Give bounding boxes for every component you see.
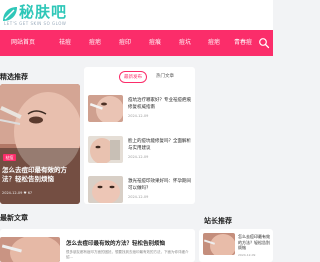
site-header: 秘肤吧 LET'S GET SKIN SO GLOW bbox=[0, 0, 273, 30]
nav-item-7[interactable]: 痘疤 bbox=[204, 30, 224, 56]
list-item-2-date: 2024-12-09 bbox=[128, 155, 149, 159]
logo-tagline: LET'S GET SKIN SO GLOW bbox=[4, 21, 67, 26]
featured-card[interactable] bbox=[0, 84, 80, 204]
nav-item-5[interactable]: 痘痕 bbox=[145, 30, 165, 56]
logo-text: 秘肤吧 bbox=[19, 3, 68, 21]
list-item-3-image[interactable] bbox=[88, 176, 123, 203]
sidebar-article-date: 2024-12-09 bbox=[238, 253, 256, 257]
face-photo-2 bbox=[88, 136, 123, 163]
face-photo-sidebar bbox=[203, 233, 235, 255]
list-item-3-date: 2024-12-09 bbox=[128, 195, 149, 199]
featured-section-title: 精选推荐 bbox=[0, 73, 28, 81]
latest-article-title[interactable]: 怎么去痘印最有效的方法？轻松告别烦恼 bbox=[66, 239, 165, 247]
page: 秘肤吧 LET'S GET SKIN SO GLOW 网站首页 祛痘 痘疤 痘印… bbox=[0, 0, 273, 262]
nav-item-6[interactable]: 痘坑 bbox=[175, 30, 195, 56]
latest-article-desc: 很多朋友都有痘印方面的困扰，想要找到去痘印最有效的方法，下面为你详细介绍… bbox=[66, 250, 189, 259]
search-icon[interactable] bbox=[258, 37, 270, 49]
tab-latest[interactable]: 最新发布 bbox=[119, 71, 147, 83]
nav-item-8[interactable]: 青春痘 bbox=[231, 30, 255, 56]
sidebar-section-title: 站长推荐 bbox=[204, 217, 232, 225]
latest-section-title: 最新文章 bbox=[0, 214, 28, 222]
list-item-1-date: 2024-12-09 bbox=[128, 114, 149, 118]
face-photo-latest bbox=[0, 237, 60, 262]
main-nav: 网站首页 祛痘 痘疤 痘印 痘痕 痘坑 痘疤 青春痘 bbox=[0, 30, 273, 56]
list-item-2-title[interactable]: 脸上的痘坑能修复吗？全面解析与实用建议 bbox=[128, 139, 193, 152]
featured-image bbox=[0, 84, 80, 204]
tab-popular[interactable]: 热门文章 bbox=[152, 71, 178, 83]
nav-item-home[interactable]: 网站首页 bbox=[8, 30, 38, 56]
list-item-2-image[interactable] bbox=[88, 136, 123, 163]
featured-title[interactable]: 怎么去痘印最有效的方法？轻松告别烦恼 bbox=[2, 166, 78, 184]
nav-item-2[interactable]: 祛痘 bbox=[55, 30, 75, 56]
site-logo[interactable]: 秘肤吧 LET'S GET SKIN SO GLOW bbox=[0, 3, 90, 29]
latest-article-image[interactable] bbox=[0, 237, 60, 262]
nav-item-3[interactable]: 痘疤 bbox=[85, 30, 105, 56]
featured-category-badge[interactable]: 祛痘 bbox=[3, 154, 16, 161]
list-item-1-image[interactable] bbox=[88, 95, 123, 122]
sidebar-article-title[interactable]: 怎么去痘印最有效的方法？轻松告别烦恼 bbox=[238, 234, 272, 251]
list-item-3-title[interactable]: 激光祛痘印效果好吗：怀孕期间可以做吗？ bbox=[128, 179, 193, 192]
face-photo-3 bbox=[88, 176, 123, 203]
face-photo-1 bbox=[88, 95, 123, 122]
nav-item-4[interactable]: 痘印 bbox=[115, 30, 135, 56]
featured-meta: 2024-12-09 ♥ 67 bbox=[2, 191, 33, 195]
list-item-1-title[interactable]: 痘坑治疗哪家好？专业祛痘疤痕修复权威指南 bbox=[128, 98, 193, 111]
sidebar-article-image[interactable] bbox=[203, 233, 235, 255]
